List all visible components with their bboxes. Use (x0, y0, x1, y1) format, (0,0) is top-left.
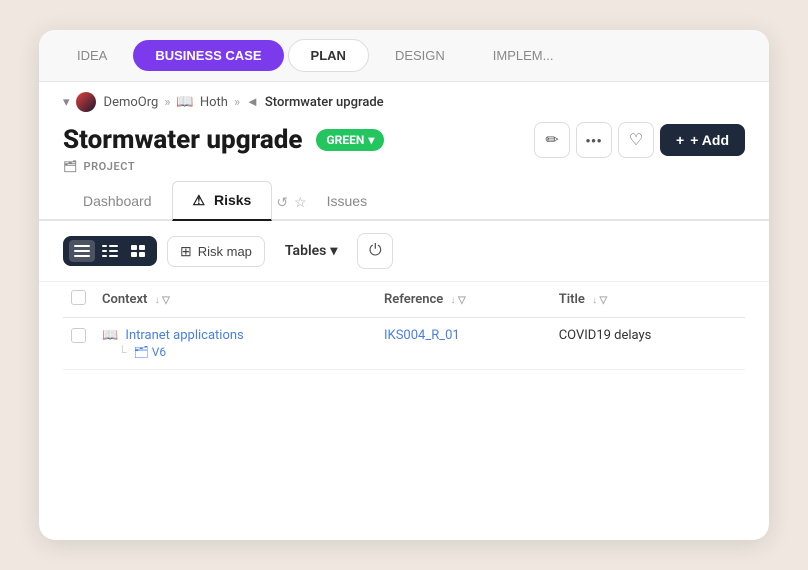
row-context: 📖 Intranet applications └ 🗂 V6 (94, 318, 376, 370)
context-sort-icons[interactable]: ↓ ▽ (155, 295, 170, 306)
toolbar: ⊞ Risk map Tables ▾ ⏻ (39, 221, 769, 282)
risk-map-label: Risk map (198, 244, 252, 259)
export-button[interactable]: ⏻ (357, 233, 393, 269)
project-type-icon: 🗂 (63, 160, 78, 173)
reference-link[interactable]: IKS004_R_01 (384, 328, 460, 343)
row-checkbox[interactable] (71, 328, 86, 343)
status-badge[interactable]: GREEN ▾ (316, 129, 384, 151)
header-context: Context ↓ ▽ (94, 282, 376, 318)
risk-map-icon: ⊞ (180, 243, 192, 260)
main-window: IDEA BUSINESS CASE PLAN DESIGN IMPLEM...… (39, 30, 769, 540)
compact-icon (102, 245, 118, 257)
sub-context: └ 🗂 V6 (102, 345, 368, 359)
list-icon (74, 245, 90, 257)
warning-icon: ⚠ (193, 192, 206, 208)
grid-view-button[interactable] (125, 240, 151, 262)
breadcrumb-sep1: » (164, 95, 170, 110)
tables-label: Tables (285, 243, 326, 259)
tab-risks[interactable]: ⚠ Risks (172, 181, 273, 221)
header-actions: ✏ ••• ♡ + + Add (534, 122, 745, 158)
title-text: COVID19 delays (559, 328, 652, 343)
context-link[interactable]: 📖 Intranet applications └ 🗂 V6 (102, 328, 368, 359)
project-type-label: PROJECT (84, 160, 136, 173)
tab-issues[interactable]: Issues (307, 183, 387, 221)
breadcrumb-current: Stormwater upgrade (265, 95, 384, 110)
chevron-icon: ▾ (368, 133, 374, 147)
risks-label: Risks (214, 192, 251, 208)
top-nav: IDEA BUSINESS CASE PLAN DESIGN IMPLEM... (39, 30, 769, 82)
sub-tabs: Dashboard ⚠ Risks ↺ ☆ Issues (39, 181, 769, 221)
compact-view-button[interactable] (97, 240, 123, 262)
tab-business-case[interactable]: BUSINESS CASE (133, 40, 283, 71)
add-label: + Add (690, 132, 729, 148)
bookmark-icon: ♡ (629, 130, 643, 150)
risks-table: Context ↓ ▽ Reference ↓ ▽ Title ↓ ▽ (63, 282, 745, 370)
more-icon: ••• (586, 133, 603, 148)
tree-line-icon: └ (118, 345, 127, 359)
sub-context-icon: 🗂 (134, 345, 149, 359)
header-title: Title ↓ ▽ (551, 282, 745, 318)
add-button[interactable]: + + Add (660, 124, 745, 156)
context-book-icon: 📖 (102, 328, 118, 343)
chevron-down-icon[interactable]: ▾ (63, 95, 70, 110)
row-checkbox-cell (63, 318, 94, 370)
plus-icon: + (676, 132, 684, 148)
context-label: Context (102, 292, 147, 307)
more-button[interactable]: ••• (576, 122, 612, 158)
tables-chevron-icon: ▾ (330, 243, 337, 259)
breadcrumb-back-icon[interactable]: ◄ (246, 94, 259, 110)
header-reference: Reference ↓ ▽ (376, 282, 551, 318)
row-title: COVID19 delays (551, 318, 745, 370)
breadcrumb-book-icon: 📖 (176, 94, 193, 110)
edit-icon: ✏ (545, 130, 558, 150)
power-icon: ⏻ (369, 242, 382, 260)
view-toggle (63, 236, 157, 266)
sub-tab-actions: ↺ ☆ (276, 195, 306, 219)
reference-label: Reference (384, 292, 443, 307)
breadcrumb-group[interactable]: Hoth (200, 95, 228, 110)
project-type-row: 🗂 PROJECT (39, 160, 769, 181)
row-reference: IKS004_R_01 (376, 318, 551, 370)
title-sort-icons[interactable]: ↓ ▽ (592, 295, 607, 306)
status-label: GREEN (326, 133, 364, 147)
reference-sort-icons[interactable]: ↓ ▽ (451, 295, 466, 306)
tab-implement[interactable]: IMPLEM... (471, 40, 576, 71)
tab-dashboard[interactable]: Dashboard (63, 183, 172, 221)
context-text: Intranet applications (125, 328, 243, 343)
select-all-checkbox[interactable] (71, 290, 86, 305)
org-avatar (76, 92, 96, 112)
project-header: Stormwater upgrade GREEN ▾ ✏ ••• ♡ + + A… (39, 116, 769, 160)
risk-map-button[interactable]: ⊞ Risk map (167, 236, 265, 267)
tables-dropdown[interactable]: Tables ▾ (275, 237, 347, 265)
breadcrumb-sep2: » (234, 95, 240, 110)
star-icon[interactable]: ☆ (294, 195, 307, 211)
breadcrumb: ▾ DemoOrg » 📖 Hoth » ◄ Stormwater upgrad… (39, 82, 769, 116)
tab-plan[interactable]: PLAN (288, 39, 369, 72)
tab-design[interactable]: DESIGN (373, 40, 467, 71)
project-title: Stormwater upgrade (63, 125, 302, 155)
table-row: 📖 Intranet applications └ 🗂 V6 IKS004_R_… (63, 318, 745, 370)
table-header-row: Context ↓ ▽ Reference ↓ ▽ Title ↓ ▽ (63, 282, 745, 318)
header-checkbox-cell (63, 282, 94, 318)
sub-context-text: V6 (152, 345, 166, 359)
table-container: Context ↓ ▽ Reference ↓ ▽ Title ↓ ▽ (39, 282, 769, 540)
title-label: Title (559, 292, 585, 307)
tab-idea[interactable]: IDEA (55, 40, 129, 71)
bookmark-button[interactable]: ♡ (618, 122, 654, 158)
edit-button[interactable]: ✏ (534, 122, 570, 158)
list-view-button[interactable] (69, 240, 95, 262)
grid-icon (131, 245, 145, 257)
breadcrumb-org[interactable]: DemoOrg (104, 95, 159, 110)
refresh-icon[interactable]: ↺ (276, 195, 288, 211)
